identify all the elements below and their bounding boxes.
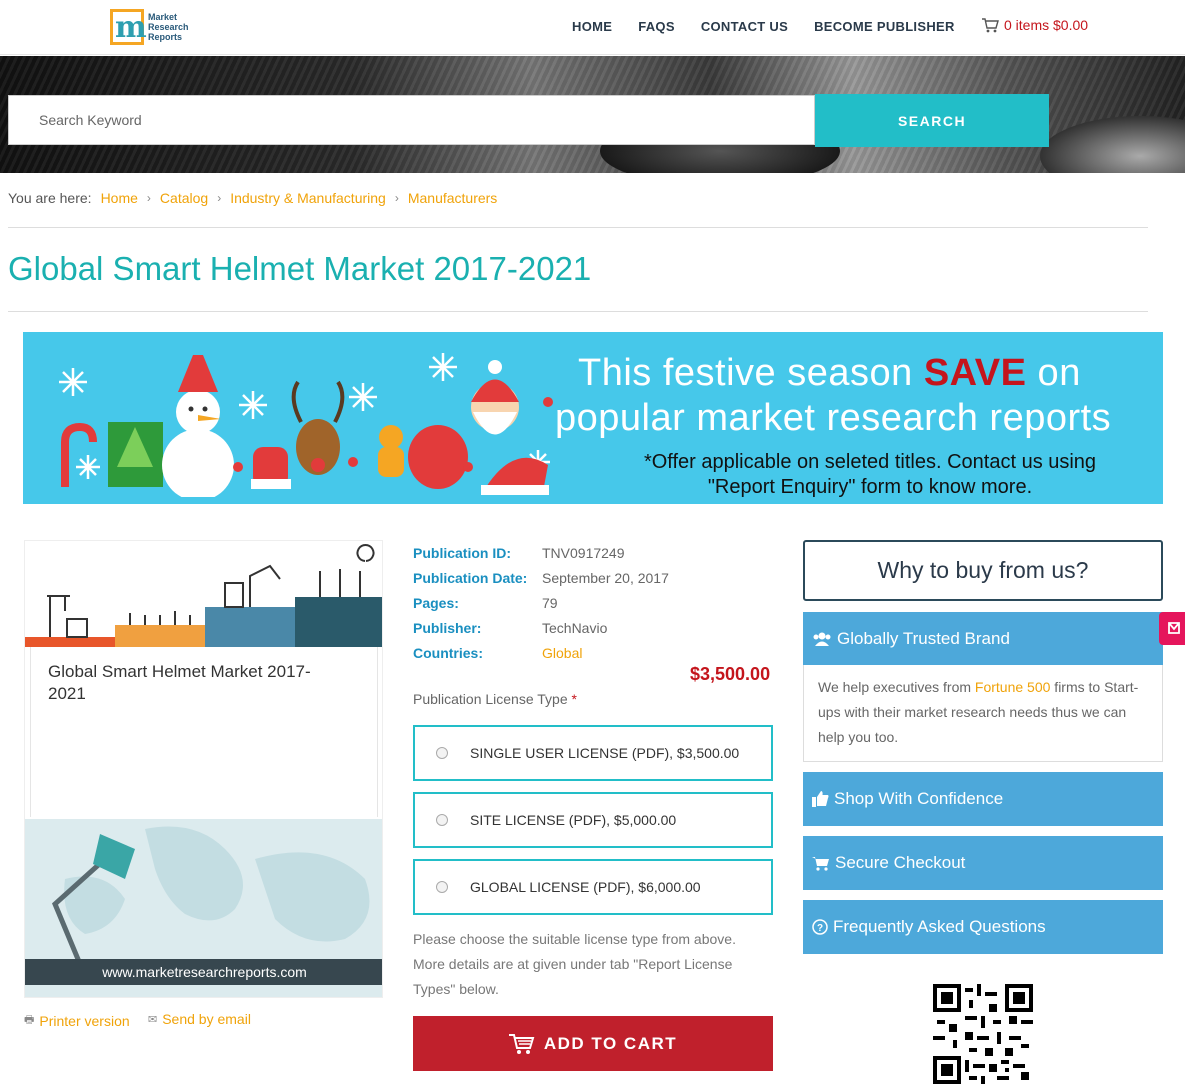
panel-secure-checkout[interactable]: Secure Checkout: [803, 836, 1163, 890]
cart-icon: [812, 856, 830, 871]
send-email-link[interactable]: ✉ Send by email: [148, 1011, 251, 1027]
license-option-single-user[interactable]: SINGLE USER LICENSE (PDF), $3,500.00: [413, 725, 773, 781]
nav-faqs[interactable]: FAQS: [638, 19, 675, 34]
hero-image-detail: [1040, 116, 1185, 173]
license-help-text: Please choose the suitable license type …: [413, 931, 736, 997]
breadcrumb-industry[interactable]: Industry & Manufacturing: [230, 190, 386, 206]
breadcrumb-manufacturers[interactable]: Manufacturers: [408, 190, 497, 206]
cover-title: Global Smart Helmet Market 2017-2021: [48, 662, 311, 703]
radio-button[interactable]: [436, 747, 448, 759]
divider: [8, 311, 1148, 312]
promo-subheadline: popular market research reports: [555, 397, 1112, 439]
nav-become-publisher[interactable]: BECOME PUBLISHER: [814, 19, 955, 34]
page-title: Global Smart Helmet Market 2017-2021: [8, 250, 592, 287]
detail-row: Publication ID: TNV0917249: [413, 544, 625, 561]
main-nav: HOME FAQS CONTACT US BECOME PUBLISHER: [572, 19, 981, 34]
detail-row: Countries: Global: [413, 644, 583, 661]
divider: [8, 227, 1148, 228]
breadcrumb-catalog[interactable]: Catalog: [160, 190, 208, 206]
panel-faq[interactable]: ? Frequently Asked Questions: [803, 900, 1163, 954]
site-logo[interactable]: m Market Research Reports: [110, 8, 190, 46]
svg-text:?: ?: [817, 923, 823, 934]
feedback-tab[interactable]: [1159, 612, 1185, 645]
search-input[interactable]: [8, 95, 815, 145]
envelope-icon: ✉: [148, 1013, 158, 1026]
promo-headline: This festive season SAVE on: [578, 352, 1081, 394]
logo-mark: m: [110, 9, 147, 45]
price: $3,500.00: [690, 664, 771, 684]
add-to-cart-button[interactable]: ADD TO CART: [413, 1016, 773, 1071]
cover-website: www.marketresearchreports.com: [25, 959, 382, 985]
radio-button[interactable]: [436, 814, 448, 826]
thumbs-up-icon: [812, 791, 829, 807]
promo-banner[interactable]: This festive season SAVE on popular mark…: [23, 332, 1163, 504]
envelope-icon: [1168, 622, 1180, 634]
license-type-label: Publication License Type *: [413, 691, 577, 707]
radio-button[interactable]: [436, 881, 448, 893]
license-option-site[interactable]: SITE LICENSE (PDF), $5,000.00: [413, 792, 773, 848]
detail-row: Publication Date: September 20, 2017: [413, 569, 669, 586]
license-option-global[interactable]: GLOBAL LICENSE (PDF), $6,000.00: [413, 859, 773, 915]
cart-summary: 0 items $0.00: [1004, 17, 1089, 33]
why-buy-heading: Why to buy from us?: [803, 540, 1163, 601]
users-icon: [812, 631, 832, 647]
country-link[interactable]: Global: [542, 645, 582, 661]
breadcrumb: You are here: Home › Catalog › Industry …: [8, 190, 497, 206]
panel-shop-with-confidence[interactable]: Shop With Confidence: [803, 772, 1163, 826]
top-bar: m Market Research Reports HOME FAQS CONT…: [0, 0, 1185, 55]
chevron-right-icon: ›: [146, 191, 151, 205]
cart-icon: [508, 1033, 535, 1054]
trusted-brand-text: We help executives from Fortune 500 firm…: [803, 665, 1163, 762]
industry-illustration: [25, 544, 382, 647]
logo-text: Market Research Reports: [148, 12, 189, 42]
detail-row: Publisher: TechNavio: [413, 619, 608, 636]
panel-globally-trusted-brand[interactable]: Globally Trusted Brand: [803, 612, 1163, 665]
chevron-right-icon: ›: [217, 191, 222, 205]
search-button[interactable]: SEARCH: [815, 94, 1049, 147]
question-icon: ?: [812, 919, 828, 935]
report-cover-image: Global Smart Helmet Market 2017-2021 www…: [24, 540, 383, 998]
breadcrumb-home[interactable]: Home: [101, 190, 138, 206]
breadcrumb-prefix: You are here:: [8, 190, 92, 206]
detail-row: Pages: 79: [413, 594, 558, 611]
qr-code: [933, 984, 1033, 1084]
printer-icon: 🖶: [24, 1014, 35, 1026]
publication-details: Publication ID: TNV0917249 Publication Da…: [413, 540, 669, 665]
cart-icon: [982, 17, 999, 32]
nav-home[interactable]: HOME: [572, 19, 612, 34]
christmas-decor-illustration: [59, 353, 553, 497]
chevron-right-icon: ›: [394, 191, 399, 205]
promo-note: *Offer applicable on seleted titles. Con…: [643, 451, 1097, 498]
nav-contact-us[interactable]: CONTACT US: [701, 19, 788, 34]
header-cart[interactable]: 0 items $0.00: [982, 17, 1088, 33]
printer-version-link[interactable]: 🖶 Printer version: [24, 1011, 130, 1030]
